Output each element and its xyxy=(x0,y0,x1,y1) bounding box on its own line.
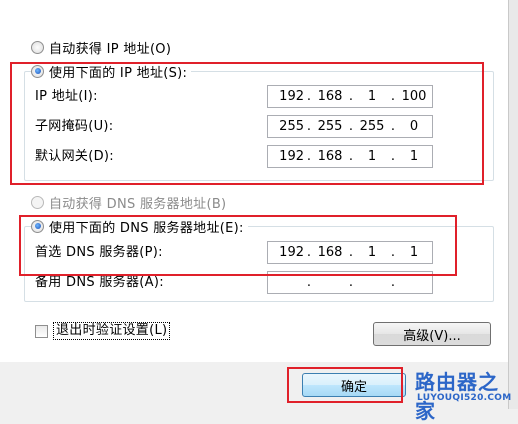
auto-dns-radio-circle[interactable] xyxy=(31,195,44,209)
tcpip-properties-dialog: 自动获得 IP 地址(O) 使用下面的 IP 地址(S): IP 地址(I): … xyxy=(0,0,518,423)
site-watermark-logo: 路由器之家 LUYOUQI520.COM xyxy=(415,366,515,423)
watermark-sub-text: LUYOUQI520.COM xyxy=(417,393,512,403)
ok-highlight-box xyxy=(287,367,403,403)
ip-dot: . xyxy=(306,275,312,290)
auto-dns-label: 自动获得 DNS 服务器地址(B) xyxy=(49,196,227,212)
auto-ip-label: 自动获得 IP 地址(O) xyxy=(49,41,172,57)
window-right-edge xyxy=(508,0,518,409)
auto-ip-radio-circle[interactable] xyxy=(31,40,44,54)
ip-dot: . xyxy=(348,275,354,290)
auto-ip-radio[interactable]: 自动获得 IP 地址(O) xyxy=(31,37,171,57)
alternate-dns-label: 备用 DNS 服务器(A): xyxy=(35,275,164,290)
ip-dot: . xyxy=(390,275,396,290)
validate-settings-checkbox[interactable]: 退出时验证设置(L) xyxy=(35,321,171,341)
validate-settings-checkbox-box[interactable] xyxy=(35,324,48,338)
ip-highlight-box xyxy=(10,62,484,185)
dns-highlight-box xyxy=(19,215,457,276)
advanced-button[interactable]: 高级(V)... xyxy=(373,322,491,346)
validate-settings-label: 退出时验证设置(L) xyxy=(53,322,171,340)
auto-dns-radio[interactable]: 自动获得 DNS 服务器地址(B) xyxy=(31,192,226,212)
